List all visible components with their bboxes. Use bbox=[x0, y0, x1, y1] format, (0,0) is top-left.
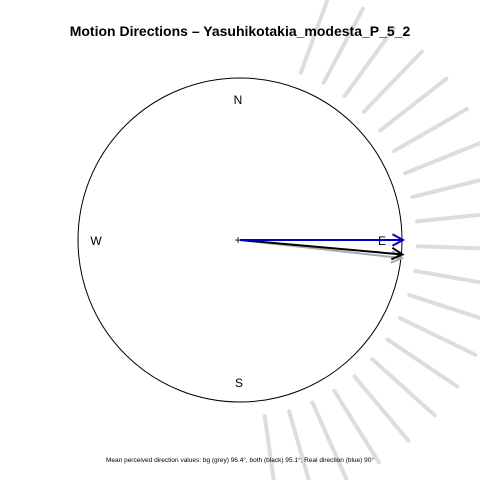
background-ray bbox=[392, 107, 469, 153]
background-ray bbox=[403, 140, 480, 176]
compass-label-west: W bbox=[90, 234, 102, 248]
background-ray bbox=[397, 316, 478, 357]
background-ray bbox=[332, 388, 381, 465]
compass-label-south: S bbox=[235, 376, 243, 390]
background-ray bbox=[310, 400, 349, 480]
background-ray bbox=[407, 293, 480, 321]
chart-title: Motion Directions – Yasuhikotakia_modest… bbox=[70, 23, 411, 39]
background-ray bbox=[321, 6, 366, 85]
background-ray bbox=[410, 178, 480, 199]
chart-caption: Mean perceived direction values: bg (gre… bbox=[106, 456, 374, 464]
background-ray bbox=[415, 212, 480, 224]
background-ray bbox=[413, 268, 480, 285]
background-ray bbox=[262, 414, 276, 480]
center-mark: + bbox=[234, 233, 241, 247]
background-ray bbox=[415, 244, 480, 251]
background-ray bbox=[385, 337, 460, 389]
motion-direction-plot: Motion Directions – Yasuhikotakia_modest… bbox=[70, 0, 480, 480]
background-ray bbox=[287, 409, 311, 480]
compass-label-north: N bbox=[234, 93, 243, 107]
